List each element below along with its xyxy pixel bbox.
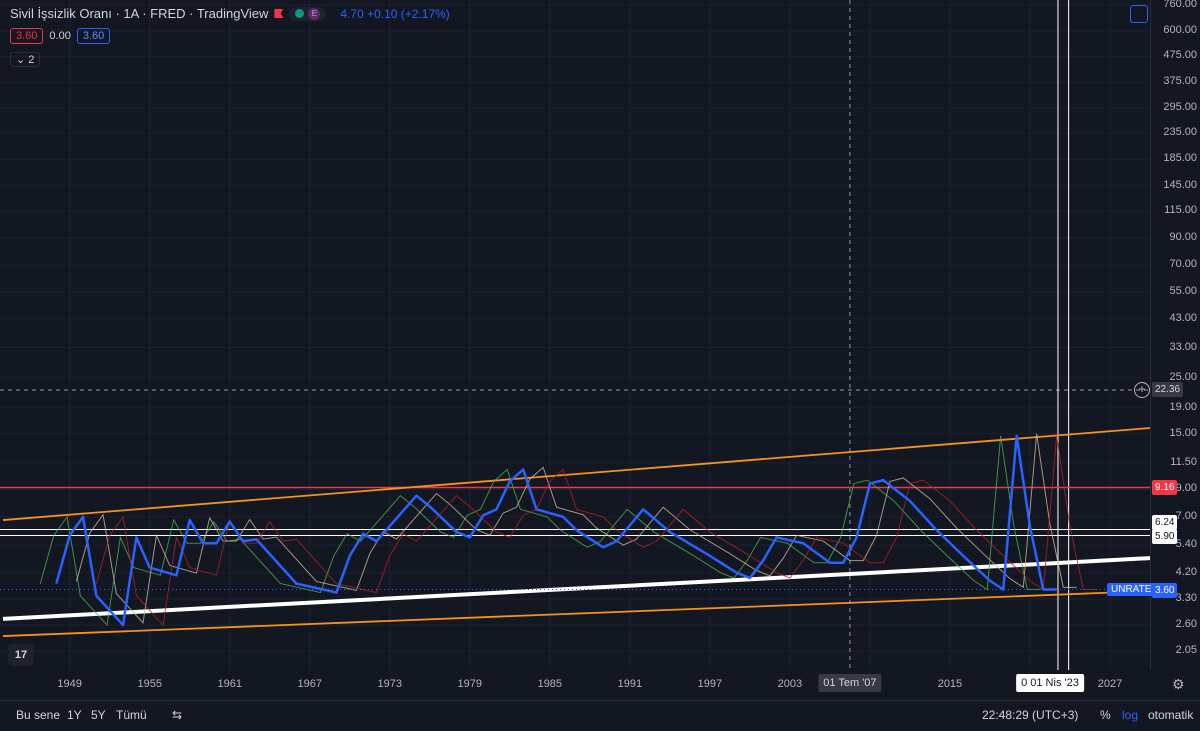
price-tick: 2.05 [1175,644,1197,656]
time-tick: 1967 [297,678,322,690]
price-tick: 43.00 [1169,311,1197,324]
price-tick: 760.00 [1163,0,1197,10]
time-tick: 1991 [617,678,643,690]
price-tick: 7.00 [1175,509,1197,522]
price-tick: 33.00 [1169,340,1197,353]
time-tick: 1979 [457,678,483,690]
earnings-badge: E [308,7,321,20]
time-tick: 2027 [1097,678,1123,690]
price-change: 4.70 +0.10 (+2.17%) [340,6,450,21]
green-series-line [39,435,1041,627]
status-pill[interactable]: E [289,6,327,21]
chart-canvas[interactable] [0,0,1150,670]
orange-lower [2,590,1150,637]
date-range-icon[interactable]: ⇆ [172,708,182,722]
crosshair-time-label: 01 Tem '07 [818,674,882,692]
collapse-count: 2 [28,54,35,66]
add-alert-icon[interactable]: + [1134,382,1150,398]
value-blue: 3.60 [76,28,111,44]
market-status-icon [295,9,305,18]
object-tree-icon[interactable] [1130,5,1148,23]
price-tick: 475.00 [1163,49,1197,62]
flag-icon[interactable] [274,9,284,18]
tradingview-logo[interactable]: 17 [8,644,34,666]
unrate-price-label: 3.60 [1152,583,1178,598]
price-tick: 90.00 [1169,230,1197,243]
unrate-name-label: UNRATE [1107,583,1156,596]
clock[interactable]: 22:48:29 (UTC+3) [982,708,1078,722]
percent-toggle[interactable]: % [1100,708,1111,722]
price-axis[interactable]: 760.00 600.00 475.00 375.00 295.00 235.00 185.… [1150,0,1200,670]
price-tick: 2.60 [1175,618,1197,631]
price-tick: 375.00 [1163,75,1197,88]
time-tick: 2003 [777,678,803,690]
symbol-title[interactable]: Sivil İşsizlik Oranı · 1A · FRED · Tradi… [10,6,268,21]
value-zero: 0.00 [49,30,71,42]
price-tick: 70.00 [1169,258,1197,271]
time-axis[interactable]: 1949 1955 1961 1967 1973 1979 1985 1991 1997 2003… [0,670,1150,700]
value-red: 3.60 [10,28,44,44]
time-tick: 1985 [537,678,563,690]
crosshair-price-label: 22.36 [1152,382,1184,397]
indicators-collapse-button[interactable]: ⌄ 2 [10,52,41,67]
price-tick: 4.20 [1175,565,1197,578]
legend-row: Sivil İşsizlik Oranı · 1A · FRED · Tradi… [10,6,450,21]
price-tick: 3.30 [1175,592,1197,604]
price-tick: 115.00 [1164,204,1197,217]
price-tick: 235.00 [1163,126,1197,139]
price-tick: 15.00 [1169,426,1197,439]
time-tick: 1997 [697,678,723,690]
range-this-year[interactable]: Bu sene [16,708,60,722]
auto-toggle[interactable]: otomatik [1148,708,1193,722]
time-tick: 1973 [377,678,403,690]
price-tick: 295.00 [1163,101,1197,114]
price-tick: 9.00 [1175,482,1197,495]
range-5y[interactable]: 5Y [91,708,106,722]
time-tick: 2015 [937,678,963,690]
price-tick: 185.00 [1163,152,1197,165]
darkred-series-line [95,435,1097,627]
range-all[interactable]: Tümü [116,708,147,722]
price-tick: 11.50 [1170,455,1197,468]
price-tick: 145.00 [1163,178,1197,191]
time-tick: 1949 [57,678,82,690]
white-line-price-label-a: 6.24 [1152,515,1178,530]
bottom-toolbar: Bu sene 1Y 5Y Tümü ⇆ 22:48:29 (UTC+3) % … [0,700,1200,731]
gear-icon[interactable]: ⚙ [1172,676,1185,693]
time-tick: 1955 [137,678,162,690]
white-line-price-label-b: 5.90 [1152,529,1178,544]
time-tick: 1961 [217,678,242,690]
indicator-values: 3.60 0.00 3.60 [10,28,111,44]
cursor-time-label: 0 01 Nis '23 [1016,674,1084,692]
red-line-price-label: 9.16 [1152,480,1178,495]
price-tick: 600.00 [1163,23,1197,36]
range-1y[interactable]: 1Y [67,708,82,722]
orange-upper [2,427,1150,521]
price-tick: 19.00 [1169,400,1197,413]
chart-area[interactable]: Sivil İşsizlik Oranı · 1A · FRED · Tradi… [0,0,1150,670]
log-toggle[interactable]: log [1122,708,1138,722]
price-tick: 5.40 [1175,538,1197,551]
price-tick: 55.00 [1169,284,1197,297]
